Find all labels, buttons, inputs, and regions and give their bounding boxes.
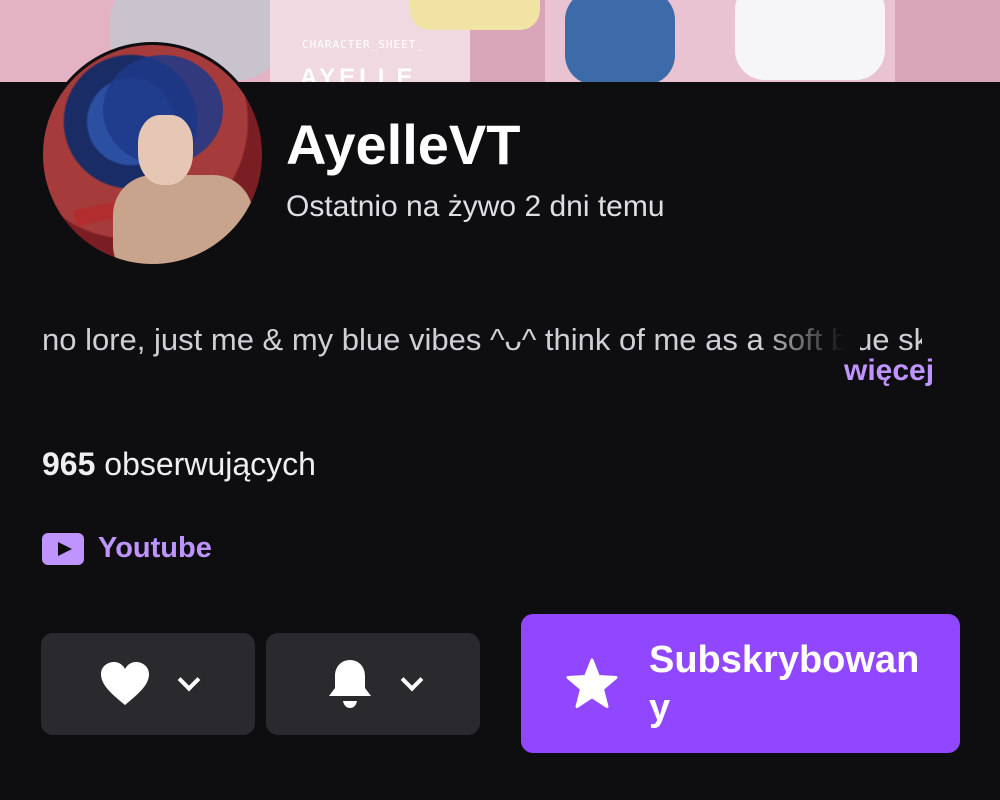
channel-avatar[interactable]: [40, 42, 265, 267]
notifications-button[interactable]: [266, 633, 480, 735]
last-live-status: Ostatnio na żywo 2 dni temu: [286, 190, 665, 223]
chevron-down-icon: [400, 668, 424, 692]
social-link-youtube[interactable]: Youtube: [42, 532, 212, 565]
followers-count: 965 obserwujących: [42, 446, 316, 483]
banner-figure-right: [735, 0, 885, 80]
avatar-body: [113, 175, 253, 264]
subscribe-button[interactable]: Subskrybowany: [521, 614, 960, 753]
channel-name: AyelleVT: [286, 113, 521, 176]
bell-icon: [329, 660, 371, 708]
chevron-down-icon: [177, 668, 201, 692]
heart-icon: [101, 662, 149, 705]
banner-sheet-label: CHARACTER_SHEET_: [302, 38, 424, 51]
star-icon: [566, 658, 618, 708]
banner-figure-blue-hair: [565, 0, 675, 82]
followers-label: obserwujących: [104, 446, 316, 482]
social-link-label: Youtube: [98, 532, 212, 564]
bio-more-link[interactable]: więcej: [844, 354, 934, 388]
banner-figure-yellow: [410, 0, 540, 30]
youtube-icon: [42, 532, 84, 565]
followers-number: 965: [42, 446, 96, 482]
avatar-face: [138, 115, 193, 185]
banner-sheet-title: AYELLE: [300, 64, 417, 82]
subscribe-label: Subskrybowany: [649, 639, 920, 729]
follow-button[interactable]: [41, 633, 255, 735]
